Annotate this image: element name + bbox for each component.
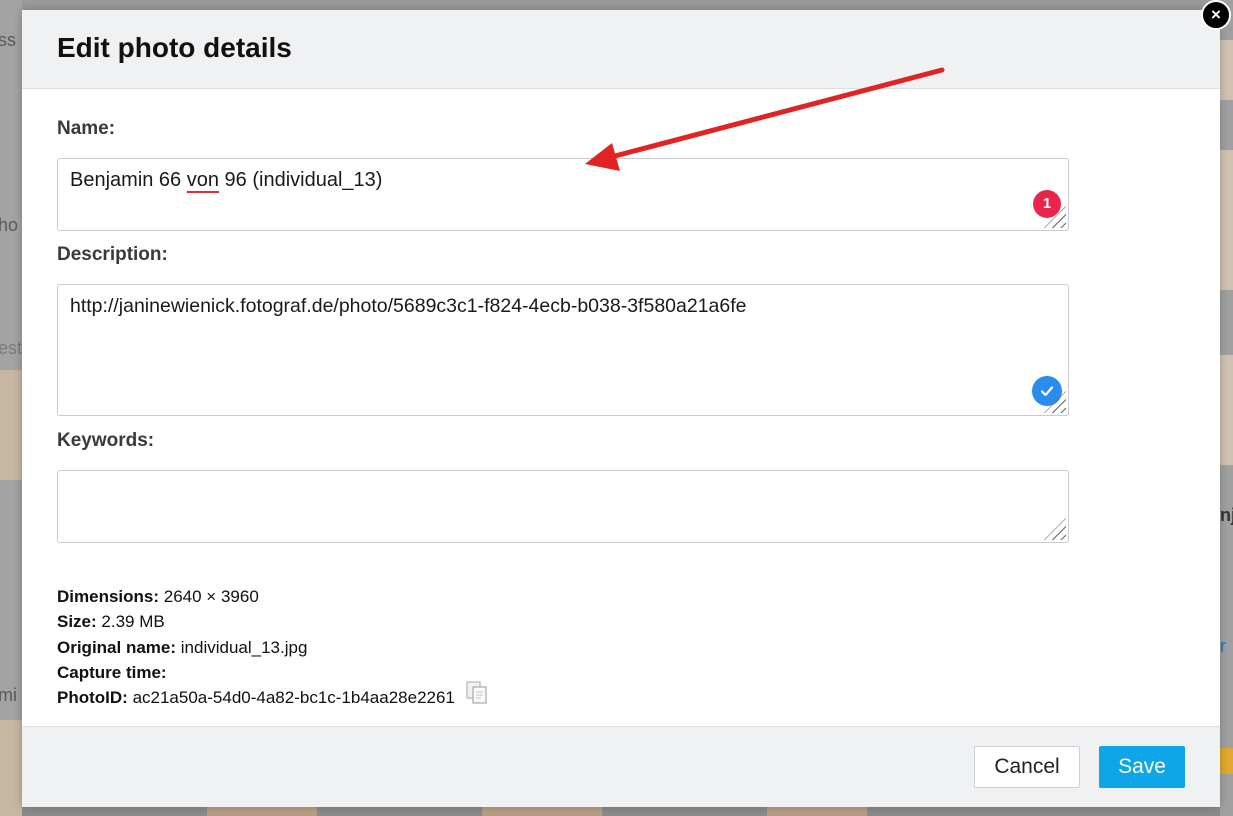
bg-text-fragment: mi xyxy=(0,685,17,705)
bg-thumbnail xyxy=(1220,355,1233,465)
meta-value: 2.39 MB xyxy=(101,612,165,632)
description-field[interactable]: http://janinewienick.fotograf.de/photo/5… xyxy=(57,284,1069,416)
dialog-title: Edit photo details xyxy=(57,32,292,63)
dialog-footer: Cancel Save xyxy=(22,726,1220,807)
meta-value: 2640 × 3960 xyxy=(163,587,259,606)
meta-row-original-name: Original name: individual_13.jpg xyxy=(57,635,489,660)
description-label: Description: xyxy=(57,244,168,265)
bg-thumbnail xyxy=(767,806,867,816)
bg-text-fragment: nj xyxy=(1220,505,1233,525)
close-icon: × xyxy=(1201,0,1231,30)
background-right-column: nj r xyxy=(1220,0,1233,816)
meta-row-capture-time: Capture time: xyxy=(57,660,489,685)
name-value: Benjamin 66 von 96 (individual_13) xyxy=(70,169,382,192)
name-value-part: 96 (individual_13) xyxy=(219,169,383,191)
meta-key: Dimensions: xyxy=(57,587,160,606)
close-button[interactable]: × xyxy=(1199,0,1233,30)
meta-key: Size: xyxy=(57,612,97,632)
edit-photo-dialog: Edit photo details Name: Benjamin 66 von… xyxy=(22,10,1220,807)
description-value: http://janinewienick.fotograf.de/photo/5… xyxy=(70,295,747,317)
keywords-label: Keywords: xyxy=(57,430,155,451)
name-value-part: Benjamin 66 xyxy=(70,169,187,191)
name-label: Name: xyxy=(57,118,116,139)
meta-key: PhotoID: xyxy=(57,688,128,708)
photo-metadata: Dimensions: 2640 × 3960 Size: 2.39 MB Or… xyxy=(57,584,489,710)
bg-text-fragment: ho xyxy=(0,215,19,235)
bg-thumbnail xyxy=(1220,40,1233,100)
bg-text-fragment: r xyxy=(1220,636,1226,656)
meta-value: ac21a50a-54d0-4a82-bc1c-1b4aa28e2261 xyxy=(132,688,455,708)
bg-text-fragment: est xyxy=(0,338,23,358)
meta-row-dimensions: Dimensions: 2640 × 3960 xyxy=(57,584,489,609)
meta-key: Original name: xyxy=(57,637,177,657)
background-left-column: ss ho est mi xyxy=(0,0,22,816)
save-button[interactable]: Save xyxy=(1099,746,1185,788)
bg-thumbnail xyxy=(1220,748,1233,774)
copy-icon[interactable] xyxy=(465,681,489,712)
bg-thumbnail xyxy=(207,806,317,816)
meta-row-size: Size: 2.39 MB xyxy=(57,609,489,634)
dialog-header: Edit photo details xyxy=(22,10,1220,89)
bg-thumbnail xyxy=(0,720,22,816)
bg-thumbnail xyxy=(0,370,22,480)
meta-row-photoid: PhotoID: ac21a50a-54d0-4a82-bc1c-1b4aa28… xyxy=(57,681,489,710)
bg-thumbnail xyxy=(1220,150,1233,290)
bg-thumbnail xyxy=(482,806,602,816)
resize-handle-icon[interactable] xyxy=(1044,518,1066,540)
error-count-badge[interactable]: 1 xyxy=(1033,190,1061,218)
keywords-field[interactable] xyxy=(57,470,1069,543)
meta-value: individual_13.jpg xyxy=(180,637,308,657)
misspelled-word: von xyxy=(186,169,219,191)
bg-text-fragment: ss xyxy=(0,30,16,50)
meta-key: Capture time: xyxy=(57,662,167,682)
cancel-button[interactable]: Cancel xyxy=(974,746,1080,788)
name-field[interactable]: Benjamin 66 von 96 (individual_13) 1 xyxy=(57,158,1069,231)
background-bottom-strip xyxy=(22,806,1220,816)
